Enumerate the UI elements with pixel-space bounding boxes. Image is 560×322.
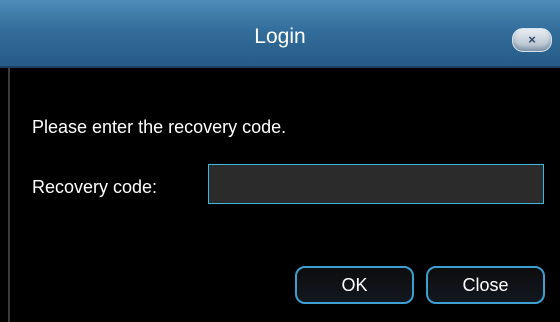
dialog-title: Login [254, 25, 306, 48]
title-bar: Login × [0, 0, 560, 68]
close-button[interactable]: Close [426, 266, 545, 304]
recovery-prompt: Please enter the recovery code. [32, 117, 287, 137]
dialog-body: Please enter the recovery code. Recovery… [8, 68, 560, 322]
close-icon: × [528, 32, 536, 47]
close-dialog-button[interactable]: × [512, 28, 552, 52]
ok-button[interactable]: OK [295, 266, 414, 304]
recovery-code-label: Recovery code: [32, 177, 158, 197]
login-dialog: Login × Please enter the recovery code. … [0, 0, 560, 322]
recovery-code-input[interactable] [208, 164, 544, 204]
